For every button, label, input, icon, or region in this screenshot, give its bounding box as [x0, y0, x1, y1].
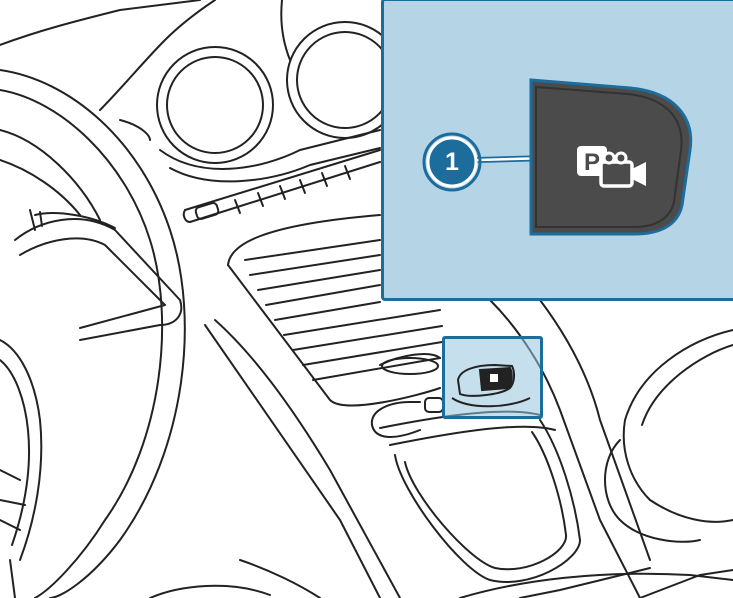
- car-interior-illustration: P 1: [0, 0, 733, 598]
- callout-graphics: P: [422, 78, 693, 236]
- parking-letter: P: [584, 149, 600, 176]
- callout-number: 1: [445, 147, 459, 176]
